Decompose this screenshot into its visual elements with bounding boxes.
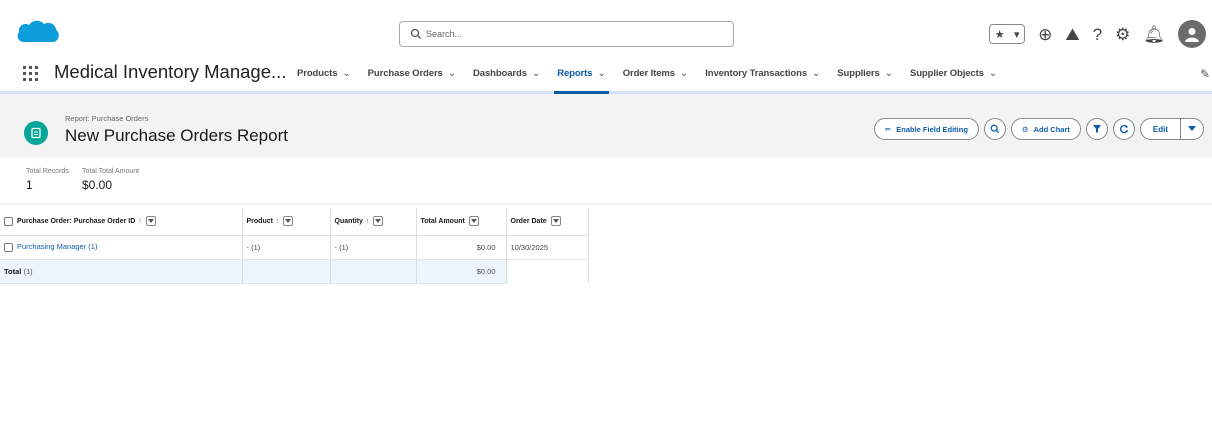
help-icon[interactable]: ? — [1093, 26, 1102, 43]
sort-asc-icon[interactable]: ↑ — [276, 218, 280, 225]
chevron-down-icon — [1188, 126, 1196, 131]
setup-gear-icon[interactable]: ⚙ — [1115, 26, 1130, 43]
summary-total-amount: Total Total Amount $0.00 — [82, 168, 140, 192]
chevron-down-icon[interactable]: ⌄ — [597, 68, 605, 79]
favorites-button-group[interactable]: ★ ▾ — [989, 24, 1026, 44]
total-label-cell: Total (1) — [0, 259, 243, 284]
edit-dropdown-button[interactable] — [1181, 119, 1203, 139]
cell-product: - (1) — [242, 235, 331, 260]
app-launcher-icon[interactable] — [23, 66, 38, 81]
table-header-row: Purchase Order: Purchase Order ID ↑ Produ… — [0, 208, 589, 236]
row-checkbox[interactable] — [4, 242, 13, 252]
chevron-down-icon[interactable]: ⌄ — [680, 68, 688, 79]
select-all-checkbox[interactable] — [4, 216, 13, 226]
global-header-actions: ★ ▾ ⊕ ⛰ ? ⚙ 🔔︎ — [989, 20, 1206, 48]
chevron-down-icon[interactable]: ⌄ — [532, 68, 540, 79]
global-header: Search... ★ ▾ ⊕ ⛰ ? ⚙ 🔔︎ — [0, 14, 1212, 54]
global-search-input[interactable]: Search... — [399, 21, 734, 47]
cell-purchase-order-id[interactable]: Purchasing Manager (1) — [0, 235, 243, 260]
edit-button-group: Edit — [1139, 118, 1204, 140]
search-report-button[interactable] — [983, 118, 1006, 140]
report-icon — [24, 121, 48, 145]
total-quantity-cell — [330, 259, 417, 284]
app-name: Medical Inventory Manage... — [54, 61, 287, 82]
search-icon — [990, 124, 1000, 134]
column-menu-icon[interactable] — [145, 216, 156, 227]
chevron-down-icon[interactable]: ⌄ — [342, 68, 350, 79]
tab-products[interactable]: Products ⌄ — [297, 54, 351, 94]
user-icon — [1185, 28, 1199, 42]
column-menu-icon[interactable] — [373, 216, 384, 227]
report-table: Purchase Order: Purchase Order ID ↑ Produ… — [0, 208, 589, 284]
notifications-bell-icon[interactable]: 🔔︎ — [1143, 26, 1165, 43]
column-header-total-amount[interactable]: Total Amount — [416, 208, 507, 236]
cell-order-date: 10/30/2025 — [506, 235, 589, 260]
column-menu-icon[interactable] — [468, 216, 479, 227]
report-title: New Purchase Orders Report — [65, 126, 288, 145]
app-navigation-bar: Medical Inventory Manage... Products ⌄ Pu… — [0, 54, 1212, 94]
nav-tabs: Products ⌄ Purchase Orders ⌄ Dashboards ⌄ R… — [297, 54, 1014, 94]
column-header-quantity[interactable]: Quantity ↑ — [330, 208, 417, 236]
column-header-purchase-order-id[interactable]: Purchase Order: Purchase Order ID ↑ — [0, 208, 243, 236]
summary-total-records: Total Records 1 — [26, 168, 69, 192]
tab-order-items[interactable]: Order Items ⌄ — [623, 54, 689, 94]
pencil-icon: ✏ — [884, 124, 892, 134]
tab-purchase-orders[interactable]: Purchase Orders ⌄ — [368, 54, 456, 94]
report-doc-icon — [31, 127, 41, 139]
chevron-down-icon[interactable]: ⌄ — [989, 68, 997, 79]
table-total-row: Total (1) $0.00 — [0, 259, 589, 284]
star-icon[interactable]: ★ — [995, 28, 1005, 41]
chart-icon: ⚙ — [1021, 124, 1029, 134]
tab-dashboards[interactable]: Dashboards ⌄ — [473, 54, 540, 94]
global-create-icon[interactable]: ⊕ — [1038, 26, 1052, 43]
tab-supplier-objects[interactable]: Supplier Objects ⌄ — [910, 54, 997, 94]
refresh-button[interactable] — [1112, 118, 1135, 140]
chevron-down-icon[interactable]: ⌄ — [448, 68, 456, 79]
edit-button[interactable]: Edit — [1141, 119, 1181, 139]
column-header-product[interactable]: Product ↑ — [242, 208, 331, 236]
filter-button[interactable] — [1085, 118, 1108, 140]
tab-suppliers[interactable]: Suppliers ⌄ — [837, 54, 893, 94]
add-chart-button[interactable]: ⚙ Add Chart — [1010, 118, 1081, 140]
total-amount-cell: $0.00 — [416, 259, 507, 284]
trailhead-icon[interactable]: ⛰ — [1065, 26, 1079, 43]
cell-quantity: - (1) — [330, 235, 417, 260]
search-icon — [410, 28, 421, 39]
tab-inventory-transactions[interactable]: Inventory Transactions ⌄ — [705, 54, 820, 94]
report-type-label: Report: Purchase Orders — [65, 114, 149, 123]
filter-icon — [1092, 125, 1101, 133]
salesforce-cloud-logo[interactable] — [16, 18, 60, 50]
total-product-cell — [242, 259, 331, 284]
tab-reports[interactable]: Reports ⌄ — [554, 54, 610, 94]
edit-nav-pencil-icon[interactable]: ✎ — [1200, 67, 1210, 81]
sort-asc-icon[interactable]: ↑ — [366, 218, 370, 225]
user-avatar[interactable] — [1178, 20, 1206, 48]
cell-total-amount: $0.00 — [416, 235, 507, 260]
report-header: Report: Purchase Orders New Purchase Ord… — [12, 104, 1204, 158]
table-row: Purchasing Manager (1) - (1) - (1) $0.00… — [0, 235, 589, 260]
refresh-icon — [1119, 124, 1129, 134]
enable-field-editing-button[interactable]: ✏ Enable Field Editing — [873, 118, 979, 140]
chevron-down-icon[interactable]: ⌄ — [885, 68, 893, 79]
report-table-area: Purchase Order: Purchase Order ID ↑ Produ… — [0, 205, 1212, 437]
cropped-caption-strip — [0, 0, 1212, 14]
report-summary: Total Records 1 Total Total Amount $0.00 — [0, 158, 1212, 203]
favorites-chevron-icon[interactable]: ▾ — [1014, 28, 1020, 41]
column-menu-icon[interactable] — [283, 216, 294, 227]
column-header-order-date[interactable]: Order Date — [506, 208, 589, 236]
total-order-date-cell — [506, 259, 589, 283]
sort-asc-icon[interactable]: ↑ — [138, 218, 142, 225]
column-menu-icon[interactable] — [550, 216, 561, 227]
chevron-down-icon[interactable]: ⌄ — [812, 68, 820, 79]
report-actions: ✏ Enable Field Editing ⚙ Add Chart Edit — [873, 118, 1204, 140]
search-placeholder: Search... — [426, 29, 463, 39]
